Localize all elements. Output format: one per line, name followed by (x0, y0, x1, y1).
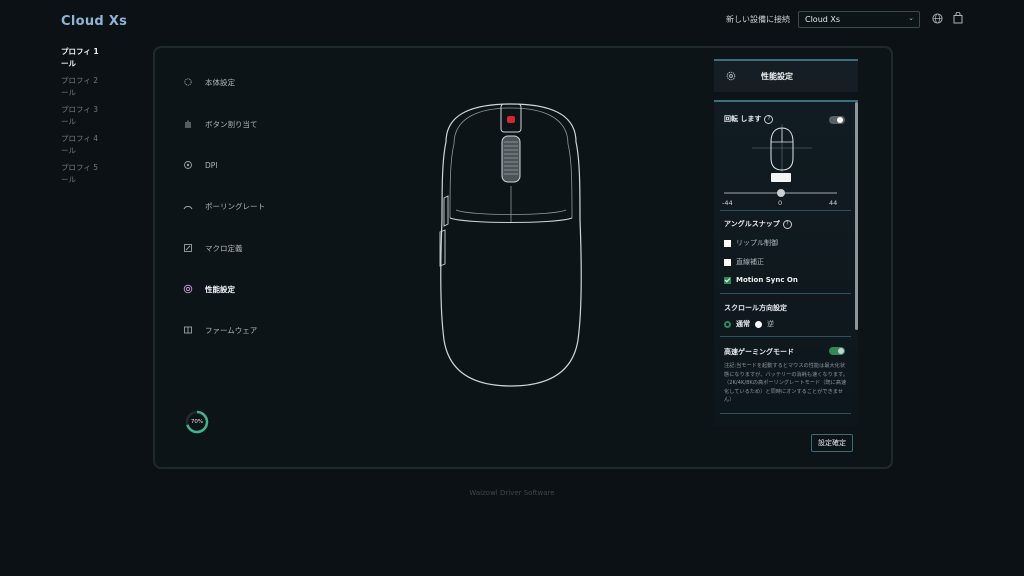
gaming-mode-toggle[interactable] (829, 347, 845, 355)
button-assign-icon (185, 120, 191, 128)
profile-item-3[interactable]: プロフィ 3 ール (61, 104, 103, 128)
checkbox-box (724, 239, 731, 247)
toggle-knob (838, 348, 844, 354)
divider (720, 293, 851, 294)
device-select-value: Cloud Xs (805, 15, 841, 24)
gaming-mode-title: 高速ゲーミングモード (724, 348, 794, 356)
menu-item-dpi[interactable]: DPI (183, 157, 303, 173)
mouse-illustration (439, 103, 582, 387)
menu-item-label: ボタン割り当て (205, 119, 258, 129)
profile-item-5[interactable]: プロフィ 5 ール (61, 162, 103, 186)
gaming-mode-note: 注記:当モードを起動するとマウスの性能は最大化状態になりますが、バッテリーの消耗… (724, 363, 848, 403)
ripple-control-checkbox[interactable]: リップル制御 (724, 238, 778, 248)
rotate-mouse-preview (752, 124, 812, 172)
rotate-slider-thumb[interactable] (776, 189, 785, 197)
radio-label: 通常 (736, 320, 750, 328)
menu-item-label: ポーリングレート (205, 201, 265, 211)
help-icon[interactable]: ? (764, 114, 774, 124)
angle-snap-title: アングルスナップ? (724, 219, 792, 229)
profile-item-2[interactable]: プロフィ 2 ール (61, 75, 103, 99)
menu-item-button-assign[interactable]: ボタン割り当て (183, 116, 303, 132)
rotate-toggle[interactable] (829, 116, 845, 124)
side-panel-title: 性能設定 (761, 72, 793, 81)
rotate-label: 回転 します (724, 115, 762, 123)
scroll-reverse-radio[interactable]: 逆 (755, 319, 774, 329)
chevron-down-icon: ⌄ (908, 14, 914, 22)
scroll-normal-radio[interactable]: 通常 (724, 319, 750, 329)
menu-item-label: ファームウェア (205, 325, 258, 335)
firmware-icon (184, 326, 192, 334)
radio-selected (724, 320, 731, 328)
toggle-knob (837, 117, 843, 123)
radio-unselected (755, 320, 762, 328)
angle-snap-label: アングルスナップ (724, 220, 780, 228)
checkbox-box (724, 276, 731, 284)
divider (720, 413, 851, 414)
divider (720, 336, 851, 337)
rotate-angle-readout (771, 173, 791, 182)
performance-icon (183, 284, 193, 294)
app-brand: Cloud Xs (61, 14, 128, 29)
rotate-title: 回転 します? (724, 114, 774, 124)
menu-item-label: DPI (205, 160, 218, 170)
battery-percent: 70% (190, 419, 204, 425)
device-select[interactable]: Cloud Xs ⌄ (798, 11, 920, 28)
profile-list: プロフィ 1 ール プロフィ 2 ール プロフィ 3 ール プロフィ 4 ール … (61, 46, 111, 191)
checkbox-label: リップル制御 (736, 239, 778, 247)
polling-rate-icon (183, 206, 193, 210)
menu-item-label: 本体設定 (205, 77, 235, 87)
radio-label: 逆 (767, 320, 774, 328)
menu-item-label: 性能設定 (205, 284, 235, 294)
performance-icon (726, 71, 736, 81)
menu-item-polling-rate[interactable]: ポーリングレート (183, 198, 303, 214)
rotate-center-label: 0 (778, 199, 783, 207)
menu-item-macro[interactable]: マクロ定義 (183, 240, 303, 256)
rotate-max-label: 44 (829, 199, 838, 207)
confirm-settings-button[interactable]: 設定確定 (811, 434, 853, 452)
checkbox-box (724, 258, 731, 266)
bag-icon[interactable] (953, 12, 963, 24)
connect-new-device-link[interactable]: 新しい設備に接続 (726, 14, 790, 25)
menu-item-label: マクロ定義 (205, 243, 243, 253)
menu-item-firmware[interactable]: ファームウェア (183, 322, 303, 338)
scroll-direction-title: スクロール方向設定 (724, 304, 787, 312)
checkbox-label: Motion Sync On (736, 276, 798, 284)
menu-item-performance[interactable]: 性能設定 (183, 281, 303, 297)
dpi-icon (184, 161, 192, 169)
checkbox-label: 直線補正 (736, 258, 764, 266)
help-icon[interactable]: ? (782, 219, 792, 229)
side-panel-header: 性能設定 (714, 59, 858, 92)
straight-correction-checkbox[interactable]: 直線補正 (724, 257, 764, 267)
footer-text: Waizowl Driver Software (469, 489, 555, 497)
rotate-min-label: -44 (722, 199, 733, 207)
macro-icon (184, 244, 192, 252)
profile-item-4[interactable]: プロフィ 4 ール (61, 133, 103, 157)
side-panel-scrollbar[interactable] (855, 102, 858, 330)
divider (720, 210, 851, 211)
globe-icon[interactable] (932, 13, 943, 24)
profile-item-1[interactable]: プロフィ 1 ール (61, 46, 103, 70)
settings-icon (184, 78, 192, 86)
menu-item-body-settings[interactable]: 本体設定 (183, 74, 303, 90)
motion-sync-checkbox[interactable]: Motion Sync On (724, 276, 798, 284)
